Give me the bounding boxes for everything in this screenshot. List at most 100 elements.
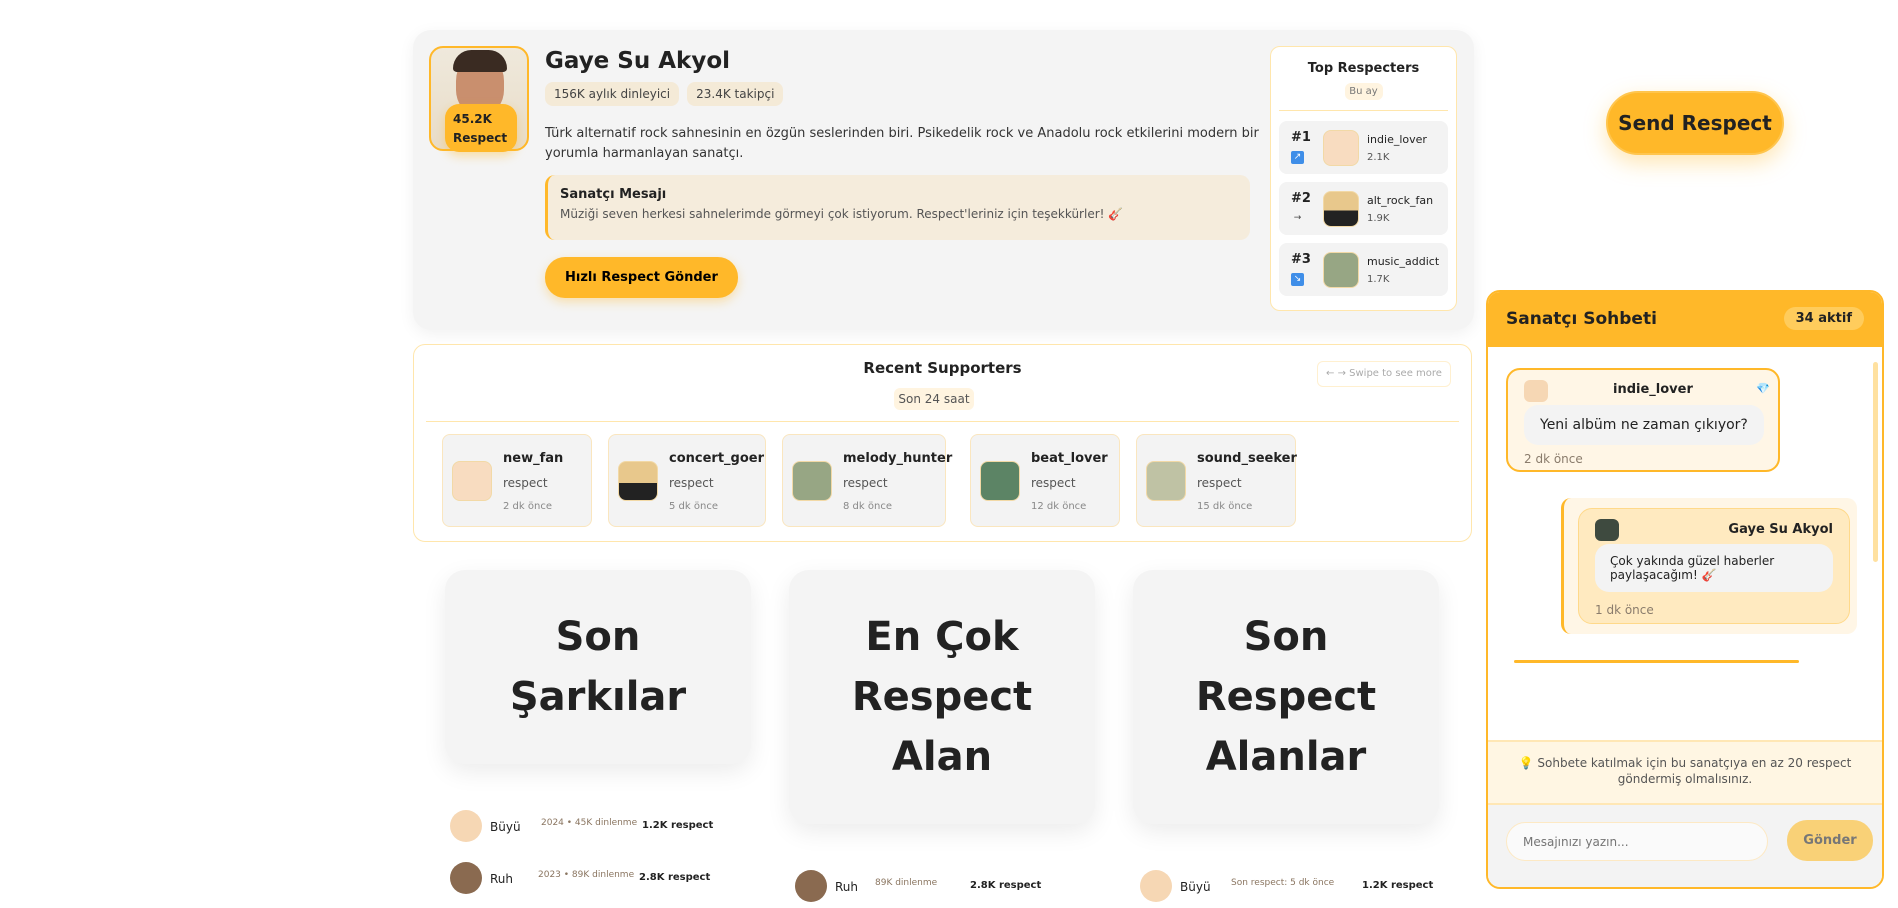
divider xyxy=(1279,110,1448,111)
supporter-type: respect xyxy=(1197,476,1242,490)
message-title: Sanatçı Mesajı xyxy=(560,187,667,202)
user-avatar xyxy=(1146,461,1186,501)
supporter-type: respect xyxy=(503,476,548,490)
send-respect-button[interactable]: Send Respect xyxy=(1606,91,1784,155)
respect-badge: 45.2K Respect xyxy=(445,104,517,152)
song-title: Büyü xyxy=(1180,880,1211,894)
user-avatar xyxy=(1323,191,1359,227)
section-recent-songs[interactable]: Son Şarkılar xyxy=(445,570,751,764)
rank: #1 xyxy=(1291,130,1311,145)
chat-input-bar: Gönder xyxy=(1488,805,1882,887)
section-recently-respected[interactable]: Son Respect Alanlar xyxy=(1133,570,1439,824)
swipe-hint[interactable]: ← → Swipe to see more xyxy=(1317,361,1451,387)
song-title: Büyü xyxy=(490,820,521,834)
chat-title: Sanatçı Sohbeti xyxy=(1506,309,1657,329)
song-row[interactable]: Büyü Son respect: 5 dk önce 1.2K respect xyxy=(1140,870,1440,904)
divider xyxy=(426,421,1459,422)
supporter-card[interactable]: sound_seekerrespect 15 dk önce xyxy=(1136,434,1297,527)
chat-scrollbar[interactable] xyxy=(1873,362,1878,562)
supporter-card[interactable]: beat_loverrespect 12 dk önce xyxy=(970,434,1120,527)
user-avatar xyxy=(452,461,492,501)
song-meta: 89K dinlenme xyxy=(875,878,938,888)
message-user: Gaye Su Akyol xyxy=(1728,522,1833,537)
message-time: 2 dk önce xyxy=(1524,452,1583,466)
rank: #2 xyxy=(1291,191,1311,206)
user-avatar xyxy=(1524,380,1548,402)
song-respect: 1.2K respect xyxy=(642,820,714,831)
rank: #3 xyxy=(1291,252,1311,267)
period-badge: Son 24 saat xyxy=(894,388,974,410)
top-respecters-title: Top Respecters xyxy=(1307,61,1420,76)
followers-stat: 23.4K takipçi xyxy=(687,82,784,106)
respecter-value: 1.7K xyxy=(1367,274,1390,285)
artist-avatar xyxy=(1595,519,1619,541)
section-most-respected[interactable]: En Çok Respect Alan xyxy=(789,570,1095,824)
user-avatar xyxy=(618,461,658,501)
avatar-hair xyxy=(453,50,507,72)
supporter-time: 12 dk önce xyxy=(1031,501,1087,512)
supporter-name: sound_seeker xyxy=(1197,451,1297,466)
respect-count: 45.2K xyxy=(453,112,492,126)
song-cover xyxy=(795,870,827,902)
supporter-name: melody_hunter xyxy=(843,451,953,466)
message-text: Müziği seven herkesi sahnelerimde görmey… xyxy=(560,207,1124,221)
supporter-card[interactable]: melody_hunter respect 8 dk önce xyxy=(782,434,952,527)
song-cover xyxy=(450,810,482,842)
respecter-row[interactable]: #3 ↘ music_addict 1.7K xyxy=(1279,243,1448,296)
song-meta: 2023 • 89K dinlenme xyxy=(538,870,635,880)
user-avatar xyxy=(980,461,1020,501)
message-user: indie_lover xyxy=(1613,382,1693,397)
song-respect: 1.2K respect xyxy=(1362,880,1434,891)
chat-header: Sanatçı Sohbeti 34 aktif xyxy=(1488,292,1882,347)
supporter-type: respect xyxy=(669,476,714,490)
artist-chat: Sanatçı Sohbeti 34 aktif indie_lover 💎 Ye… xyxy=(1486,290,1884,889)
supporter-time: 15 dk önce xyxy=(1197,501,1253,512)
song-cover xyxy=(450,862,482,894)
supporter-time: 2 dk önce xyxy=(503,501,552,512)
chat-send-button[interactable]: Gönder xyxy=(1787,820,1873,861)
artist-name: Gaye Su Akyol xyxy=(545,48,731,74)
supporters-title: Recent Supporters xyxy=(863,359,1022,377)
message-bubble: Çok yakında güzel haberler paylaşacağım!… xyxy=(1595,544,1833,592)
song-cover xyxy=(1140,870,1172,902)
song-respect: 2.8K respect xyxy=(970,880,1042,891)
song-meta: Son respect: 5 dk önce xyxy=(1231,878,1335,888)
supporter-time: 5 dk önce xyxy=(669,501,718,512)
chat-notice: 💡 Sohbete katılmak için bu sanatçıya en … xyxy=(1488,740,1882,805)
user-avatar xyxy=(1323,130,1359,166)
song-row[interactable]: Ruh 89K dinlenme 2.8K respect xyxy=(795,870,1085,904)
message-time: 1 dk önce xyxy=(1595,603,1654,617)
song-title: Ruh xyxy=(835,880,859,894)
respecter-row[interactable]: #2 → alt_rock_fan 1.9K xyxy=(1279,182,1448,235)
supporter-time: 8 dk önce xyxy=(843,501,892,512)
supporter-name: concert_goer xyxy=(669,451,765,466)
period-badge: Bu ay xyxy=(1344,83,1383,100)
song-title: Ruh xyxy=(490,872,514,886)
respecter-name[interactable]: indie_lover xyxy=(1367,133,1427,146)
trend-down-icon: ↘ xyxy=(1291,273,1304,286)
chat-message: indie_lover 💎 Yeni albüm ne zaman çıkıyo… xyxy=(1506,368,1780,472)
song-meta: 2024 • 45K dinlenme xyxy=(541,818,638,828)
respecter-value: 1.9K xyxy=(1367,213,1390,224)
respecter-name[interactable]: alt_rock_fan xyxy=(1367,194,1433,207)
respecter-name[interactable]: music_addict xyxy=(1367,255,1439,268)
song-row[interactable]: Ruh 2023 • 89K dinlenme 2.8K respect xyxy=(450,862,740,896)
listeners-stat: 156K aylık dinleyici xyxy=(545,82,680,106)
respect-label: Respect xyxy=(453,131,508,145)
recent-supporters: Recent Supporters Son 24 saat ← → Swipe … xyxy=(413,344,1472,542)
trend-up-icon: ↗ xyxy=(1291,151,1304,164)
respecter-value: 2.1K xyxy=(1367,152,1390,163)
song-row[interactable]: Büyü 2024 • 45K dinlenme 1.2K respect xyxy=(450,810,740,844)
quick-respect-button[interactable]: Hızlı Respect Gönder xyxy=(545,257,738,298)
supporter-card[interactable]: new_fan respect 2 dk önce xyxy=(442,434,592,527)
respecter-row[interactable]: #1 ↗ indie_lover 2.1K xyxy=(1279,121,1448,174)
supporter-name: beat_lover xyxy=(1031,451,1108,466)
top-respecters: Top Respecters Bu ay #1 ↗ indie_lover 2.1K … xyxy=(1270,46,1457,311)
supporter-card[interactable]: concert_goerrespect 5 dk önce xyxy=(608,434,766,527)
artist-message: Sanatçı Mesajı Müziği seven herkesi sahne… xyxy=(545,175,1250,240)
artist-description: Türk alternatif rock sahnesinin en özgün… xyxy=(545,126,1259,161)
active-count: 34 aktif xyxy=(1783,307,1864,330)
chat-message-input[interactable] xyxy=(1506,822,1768,861)
diamond-icon: 💎 xyxy=(1756,382,1770,395)
supporter-type: respect xyxy=(1031,476,1076,490)
